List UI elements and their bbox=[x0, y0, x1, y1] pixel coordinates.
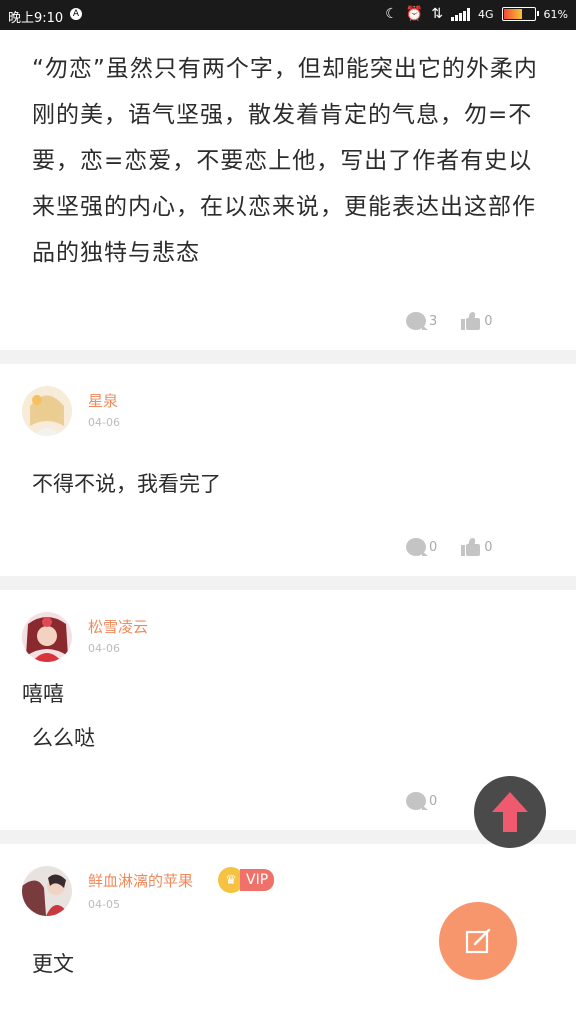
like-count: 0 bbox=[484, 313, 493, 329]
comment-actions: 0 0 bbox=[406, 538, 493, 556]
thumbs-up-icon bbox=[461, 312, 481, 330]
status-bar: 晚上9:10 A ☾ ⏰ ⇅ 4G 61% bbox=[0, 0, 576, 30]
avatar[interactable] bbox=[22, 386, 72, 436]
like-count: 0 bbox=[484, 539, 493, 555]
like-button[interactable]: 0 bbox=[461, 538, 493, 556]
comment-bubble-icon bbox=[406, 312, 428, 330]
status-time: 晚上9:10 bbox=[8, 11, 64, 26]
comment-text: 不得不说，我看完了 bbox=[32, 472, 221, 496]
username[interactable]: 星泉 bbox=[88, 390, 118, 411]
scroll-to-top-button[interactable] bbox=[474, 776, 546, 848]
like-button[interactable]: 0 bbox=[461, 312, 493, 330]
comment-bubble-icon bbox=[406, 538, 428, 556]
avatar[interactable] bbox=[22, 866, 72, 916]
alarm-icon: ⏰ bbox=[405, 6, 424, 22]
reply-button[interactable]: 0 bbox=[406, 538, 437, 556]
notification-icon: A bbox=[70, 8, 82, 20]
post-text: “勿恋”虽然只有两个字，但却能突出它的外柔内刚的美，语气坚强，散发着肯定的气息，… bbox=[32, 56, 538, 266]
comment-date: 04-06 bbox=[88, 416, 120, 429]
moon-icon: ☾ bbox=[385, 6, 398, 22]
compose-button[interactable] bbox=[439, 902, 517, 980]
vip-badge: ♛ VIP bbox=[218, 867, 275, 893]
comment-actions: 0 bbox=[406, 792, 437, 810]
comment-date: 04-05 bbox=[88, 898, 120, 911]
reply-count: 0 bbox=[429, 793, 438, 809]
username[interactable]: 鲜血淋漓的苹果 bbox=[88, 870, 193, 891]
divider bbox=[0, 350, 576, 364]
vip-label: VIP bbox=[240, 869, 275, 891]
comment-bubble-icon bbox=[406, 792, 428, 810]
network-type: 4G bbox=[478, 7, 494, 21]
comment-text-line: 嘻嘻 bbox=[22, 682, 64, 706]
username[interactable]: 松雪凌云 bbox=[88, 616, 148, 637]
post-actions: 3 0 bbox=[406, 312, 493, 330]
reply-count: 3 bbox=[429, 313, 438, 329]
signal-icon bbox=[451, 7, 471, 21]
divider bbox=[0, 576, 576, 590]
comment-text-line: 么么哒 bbox=[32, 726, 95, 750]
thumbs-up-icon bbox=[461, 538, 481, 556]
edit-icon bbox=[465, 928, 491, 954]
avatar[interactable] bbox=[22, 612, 72, 662]
reply-count: 0 bbox=[429, 539, 438, 555]
comment-text: 更文 bbox=[32, 952, 74, 976]
battery-icon bbox=[501, 7, 539, 21]
data-transfer-icon: ⇅ bbox=[431, 6, 444, 22]
arrow-up-icon bbox=[492, 792, 528, 832]
reply-button[interactable]: 0 bbox=[406, 792, 437, 810]
comment-date: 04-06 bbox=[88, 642, 120, 655]
battery-percent: 61% bbox=[543, 7, 568, 21]
reply-button[interactable]: 3 bbox=[406, 312, 437, 330]
